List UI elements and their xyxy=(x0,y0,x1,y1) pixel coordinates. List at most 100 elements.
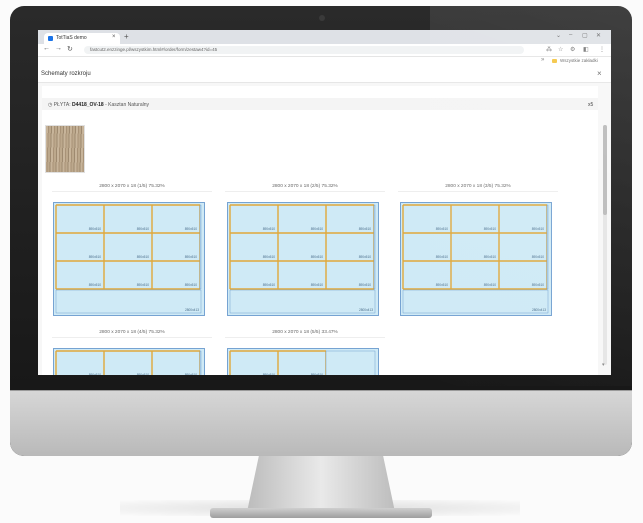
waste-dimension-label: 2800x413 xyxy=(359,308,373,312)
sidepanel-icon[interactable]: ◧ xyxy=(583,46,589,53)
new-tab-button[interactable]: + xyxy=(124,32,129,41)
scrollbar-thumb[interactable] xyxy=(603,125,607,215)
tab-search-icon[interactable]: ⌄ xyxy=(556,32,561,39)
part-dimension-label: 890x510 xyxy=(311,255,323,259)
sheet-diagram: 890x510 890x510 890x510 890x510 890x510 890x5… xyxy=(53,202,205,316)
part-piece xyxy=(277,350,327,375)
sheet-caption: 2800 x 2070 x 18 (2/5) 75.32% xyxy=(272,184,338,189)
bookmark-star-icon[interactable]: ☆ xyxy=(558,46,563,53)
offcut-strip xyxy=(199,350,202,375)
waste-area xyxy=(55,289,202,314)
part-dimension-label: 890x510 xyxy=(263,373,275,375)
part-dimension-label: 890x510 xyxy=(532,227,544,231)
tab-title: TotTiaS demo xyxy=(56,35,87,41)
part-dimension-label: 890x510 xyxy=(263,227,275,231)
cutting-sheet-3[interactable]: 890x510 890x510 890x510 890x510 890x510 890x5… xyxy=(400,202,552,316)
part-dimension-label: 890x510 xyxy=(263,255,275,259)
part-dimension-label: 890x510 xyxy=(89,283,101,287)
modal-header: Schematy rozkroju × xyxy=(38,66,611,83)
caption-divider xyxy=(52,337,212,338)
favicon-icon xyxy=(48,36,53,41)
bookmarks-overflow-icon[interactable]: » xyxy=(541,57,544,63)
forward-icon[interactable]: → xyxy=(55,45,62,52)
monitor-chin xyxy=(10,390,632,456)
browser-tab-bar: TotTiaS demo × + ⌄ – ▢ ✕ xyxy=(38,30,611,44)
scroll-down-icon[interactable]: ▾ xyxy=(602,362,605,368)
part-dimension-label: 890x510 xyxy=(311,373,323,375)
caption-divider xyxy=(225,191,385,192)
part-dimension-label: 890x510 xyxy=(137,227,149,231)
part-dimension-label: 890x510 xyxy=(137,255,149,259)
translate-icon[interactable]: ⁂ xyxy=(546,46,552,53)
material-texture-swatch xyxy=(46,126,84,172)
cutting-sheet-1[interactable]: 890x510 890x510 890x510 890x510 890x510 890x5… xyxy=(53,202,205,316)
sheet-caption: 2800 x 2070 x 18 (4/5) 75.32% xyxy=(99,330,165,335)
all-bookmarks-link[interactable]: Wszystkie zakładki xyxy=(560,58,598,63)
monitor-stand-base xyxy=(210,508,432,518)
part-dimension-label: 890x510 xyxy=(311,283,323,287)
cutting-sheet-5[interactable]: 890x510890x510890x510890x510890x510890x5… xyxy=(227,348,379,375)
screen: TotTiaS demo × + ⌄ – ▢ ✕ ← → ↻ fastcut2.… xyxy=(38,30,611,375)
sheet-diagram: 890x510 890x510 890x510 890x510 890x510 890x5… xyxy=(227,202,379,316)
part-dimension-label: 890x510 xyxy=(436,255,448,259)
part-dimension-label: 890x510 xyxy=(137,283,149,287)
sheet-caption: 2800 x 2070 x 18 (1/5) 75.32% xyxy=(99,184,165,189)
clock-icon: ◷ xyxy=(48,102,53,108)
tab-close-icon[interactable]: × xyxy=(112,34,116,40)
waste-dimension-label: 2800x413 xyxy=(532,308,546,312)
cutting-sheet-2[interactable]: 890x510 890x510 890x510 890x510 890x510 890x5… xyxy=(227,202,379,316)
waste-dimension-label: 2800x413 xyxy=(185,308,199,312)
address-bar[interactable]: fastcut2.enzzinge.pl/wszystkim.html#/ord… xyxy=(84,46,524,54)
part-dimension-label: 890x510 xyxy=(89,227,101,231)
maximize-button[interactable]: ▢ xyxy=(582,32,588,39)
url-text: fastcut2.enzzinge.pl/wszystkim.html#/ord… xyxy=(90,47,218,52)
offcut-strip xyxy=(546,204,549,290)
part-dimension-label: 890x510 xyxy=(185,283,197,287)
part-dimension-label: 890x510 xyxy=(532,255,544,259)
reload-icon[interactable]: ↻ xyxy=(67,45,73,53)
close-window-button[interactable]: ✕ xyxy=(596,32,601,39)
part-dimension-label: 890x510 xyxy=(484,227,496,231)
sheet-diagram: 890x510 890x510 890x510 890x510 890x510 890x5… xyxy=(400,202,552,316)
part-dimension-label: 890x510 xyxy=(484,283,496,287)
part-dimension-label: 890x510 xyxy=(89,255,101,259)
cutting-sheet-4[interactable]: 890x510890x510890x510890x510890x510890x5… xyxy=(53,348,205,375)
part-dimension-label: 890x510 xyxy=(185,373,197,375)
sheet-caption: 2800 x 2070 x 18 (3/5) 75.32% xyxy=(445,184,511,189)
caption-divider xyxy=(225,337,385,338)
part-dimension-label: 890x510 xyxy=(89,373,101,375)
browser-tab[interactable]: TotTiaS demo × xyxy=(44,33,120,44)
part-dimension-label: 890x510 xyxy=(359,283,371,287)
extensions-icon[interactable]: ⚙ xyxy=(570,46,575,53)
webcam xyxy=(319,15,325,21)
close-icon[interactable]: × xyxy=(597,69,602,78)
part-dimension-label: 890x510 xyxy=(436,283,448,287)
chin-divider xyxy=(10,390,632,391)
minimize-button[interactable]: – xyxy=(569,32,572,38)
part-dimension-label: 890x510 xyxy=(359,255,371,259)
offcut-strip xyxy=(325,350,376,375)
plate-count: x5 xyxy=(588,102,594,108)
part-dimension-label: 890x510 xyxy=(359,227,371,231)
browser-toolbar: ← → ↻ fastcut2.enzzinge.pl/wszystkim.htm… xyxy=(38,44,611,57)
caption-divider xyxy=(398,191,558,192)
part-dimension-label: 890x510 xyxy=(311,227,323,231)
waste-area xyxy=(402,289,549,314)
part-piece xyxy=(151,350,201,375)
sheet-caption: 2800 x 2070 x 18 (5/5) 33.47% xyxy=(272,330,338,335)
plate-code: D4418_OV-18 xyxy=(72,102,104,108)
folder-icon xyxy=(552,59,557,63)
bookmarks-bar: » Wszystkie zakładki xyxy=(38,57,611,66)
modal-title: Schematy rozkroju xyxy=(41,71,91,77)
part-dimension-label: 890x510 xyxy=(185,255,197,259)
part-dimension-label: 890x510 xyxy=(263,283,275,287)
part-piece xyxy=(55,350,105,375)
sheet-diagram: 890x510890x510890x510890x510890x510890x5… xyxy=(227,348,379,375)
part-dimension-label: 890x510 xyxy=(185,227,197,231)
back-icon[interactable]: ← xyxy=(43,45,50,52)
menu-icon[interactable]: ⋮ xyxy=(599,46,605,53)
part-dimension-label: 890x510 xyxy=(484,255,496,259)
part-dimension-label: 890x510 xyxy=(436,227,448,231)
sheet-diagram: 890x510890x510890x510890x510890x510890x5… xyxy=(53,348,205,375)
plate-label: ◷ PŁYTA: D4418_OV-18 - Kasztan Naturalny xyxy=(48,102,149,108)
